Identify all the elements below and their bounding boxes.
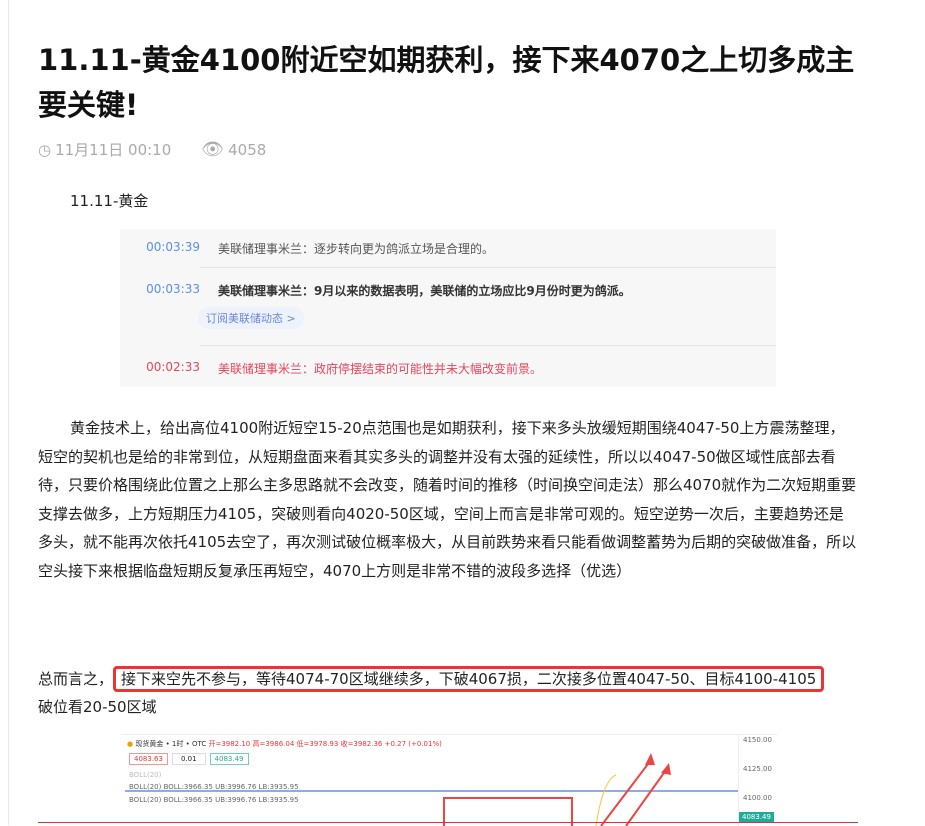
view-count: 4058 — [228, 140, 267, 159]
price-chart: ● 现货黄金 • 1时 • OTC 开=3982.10 高=3986.04 低=… — [121, 734, 777, 826]
publish-date: 11月11日 00:10 — [55, 141, 172, 159]
article-subtitle: 11.11-黄金 — [70, 192, 149, 210]
summary-suffix: 破位看20-50区域 — [38, 698, 157, 716]
clock-icon: ◷ — [38, 140, 52, 159]
news-time: 00:02:33 — [146, 360, 200, 374]
news-text: 美联储理事米兰：政府停摆结束的可能性并未大幅改变前景。 — [218, 362, 543, 376]
article-meta: ◷ 11月11日 00:10 👁 4058 — [38, 139, 270, 160]
eye-icon: 👁 — [201, 139, 225, 160]
news-time: 00:03:33 — [146, 282, 200, 296]
news-text: 美联储理事米兰：9月以来的数据表明，美联储的立场应比9月份时更为鸽派。 — [218, 284, 631, 298]
summary-prefix: 总而言之， — [38, 670, 114, 688]
summary: 总而言之， 接下来空先不参与，等待4074-70区域继续多，下破4067损，二次接… — [38, 665, 858, 721]
news-time: 00:03:39 — [146, 240, 200, 254]
current-price: 4083.49 — [739, 812, 774, 822]
price-axis: 4150.00 4125.00 4100.00 4083.49 — [738, 735, 777, 826]
news-text: 美联储理事米兰：逐步转向更为鸽派立场是合理的。 — [218, 242, 495, 256]
analysis-paragraph: 黄金技术上，给出高位4100附近短空15-20点范围也是如期获利，接下来多头放缓… — [38, 419, 857, 580]
page-border — [8, 0, 9, 825]
arrows — [595, 753, 671, 826]
summary-highlight: 接下来空先不参与，等待4074-70区域继续多，下破4067损，二次接多位置40… — [113, 666, 825, 692]
subscribe-button[interactable]: 订阅美联储动态 > — [198, 307, 304, 329]
article-title: 11.11-黄金4100附近空如期获利，接下来4070之上切多成主要关键! — [38, 43, 855, 122]
news-screenshot: 00:03:39 美联储理事米兰：逐步转向更为鸽派立场是合理的。 00:03:33… — [120, 229, 776, 387]
